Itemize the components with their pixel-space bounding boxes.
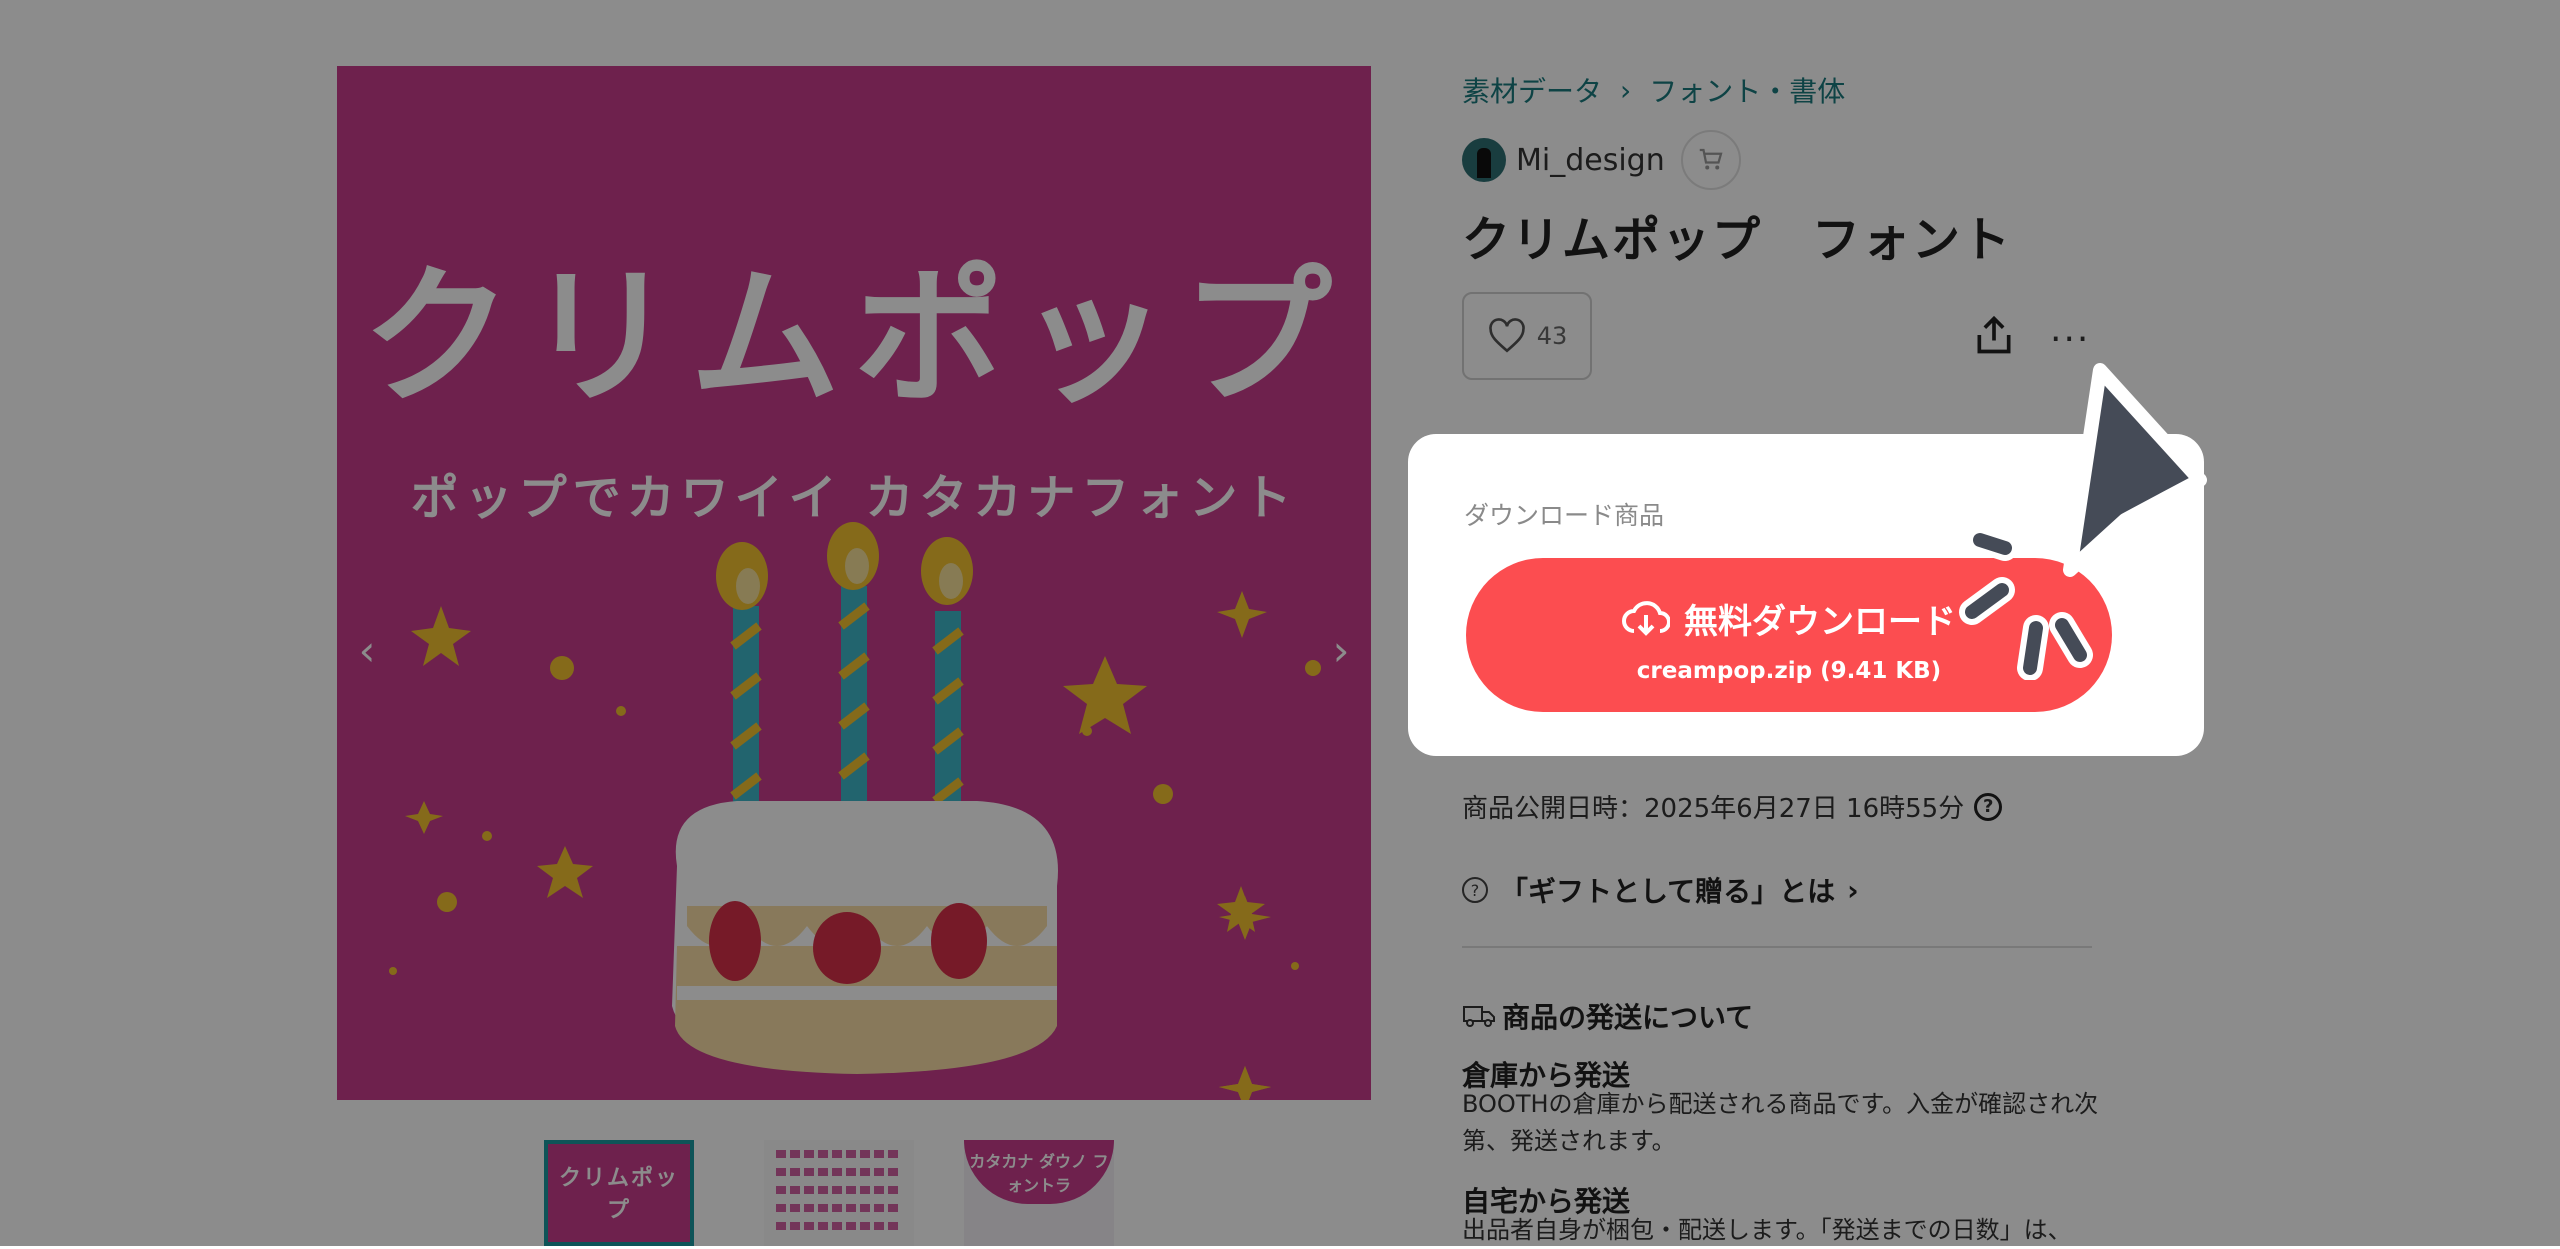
divider (1462, 946, 2092, 948)
thumbnail-2[interactable] (764, 1140, 914, 1246)
carousel-next-button[interactable]: › (1321, 626, 1361, 675)
question-icon: ? (1462, 877, 1488, 903)
thumbnail-2-pattern (776, 1222, 902, 1230)
thumbnail-2-pattern (776, 1204, 902, 1212)
breadcrumb-separator: › (1620, 73, 1632, 107)
shop-info: Mi_design (1462, 130, 1741, 190)
thumbnail-1-text: クリムポップ (558, 1166, 679, 1223)
gift-link-text: 「ギフトとして贈る」とは (1500, 875, 1836, 908)
thumbnail-2-pattern (776, 1186, 902, 1194)
click-cursor-icon (1959, 363, 2207, 680)
cloud-download-icon (1622, 600, 1670, 636)
like-count: 43 (1536, 322, 1568, 350)
shop-name-link[interactable]: Mi_design (1516, 143, 1665, 178)
thumbnail-3[interactable]: カタカナ ダウノ フォントラ (964, 1140, 1114, 1246)
breadcrumb: 素材データ › フォント・書体 (1462, 70, 1845, 110)
thumbnail-1[interactable]: クリムポップ (544, 1140, 694, 1246)
publish-date: 商品公開日時：2025年6月27日 16時55分 ? (1462, 788, 2003, 825)
product-main-image[interactable]: クリムポップ ポップでカワイイ カタカナフォント ‹ › (337, 66, 1371, 1100)
thumbnail-2-pattern (776, 1168, 902, 1176)
cart-icon (1699, 148, 1723, 170)
download-button-label: 無料ダウンロード (1684, 602, 1956, 642)
publish-date-text: 商品公開日時：2025年6月27日 16時55分 (1462, 794, 1965, 824)
download-section-label: ダウンロード商品 (1464, 501, 1665, 530)
carousel-prev-button[interactable]: ‹ (347, 626, 387, 675)
shipping-heading-text: 商品の発送について (1502, 1001, 1754, 1034)
thumbnail-2-pattern (776, 1150, 902, 1158)
product-page: クリムポップ ポップでカワイイ カタカナフォント ‹ › クリムポップ カタカナ… (0, 0, 2560, 1246)
thumbnail-3-text: カタカナ ダウノ フォントラ (964, 1140, 1114, 1204)
gift-info-link[interactable]: ? 「ギフトとして贈る」とは › (1462, 870, 1859, 910)
chevron-right-icon: › (1847, 873, 1859, 907)
product-title: クリムポップ フォント (1462, 212, 2013, 268)
art-title-text: クリムポップ (361, 251, 1346, 425)
like-button[interactable]: 43 (1462, 292, 1592, 380)
cart-button[interactable] (1680, 130, 1741, 190)
shipping-warehouse-desc: BOOTHの倉庫から配送される商品です。入金が確認され次第、発送されます。 (1462, 1090, 2099, 1155)
help-icon[interactable]: ? (1974, 792, 2003, 821)
shipping-heading: 商品の発送について (1462, 996, 1753, 1036)
art-subtitle-text: ポップでカワイイ カタカナフォント (410, 470, 1298, 526)
shipping-self-desc: 出品者自身が梱包・配送します。「発送までの日数」は、 (1462, 1216, 2072, 1244)
breadcrumb-item-font[interactable]: フォント・書体 (1649, 70, 1845, 110)
heart-icon (1488, 318, 1525, 353)
shop-avatar[interactable] (1462, 138, 1506, 182)
truck-icon (1463, 1006, 1495, 1027)
breadcrumb-item-material[interactable]: 素材データ (1462, 70, 1602, 110)
